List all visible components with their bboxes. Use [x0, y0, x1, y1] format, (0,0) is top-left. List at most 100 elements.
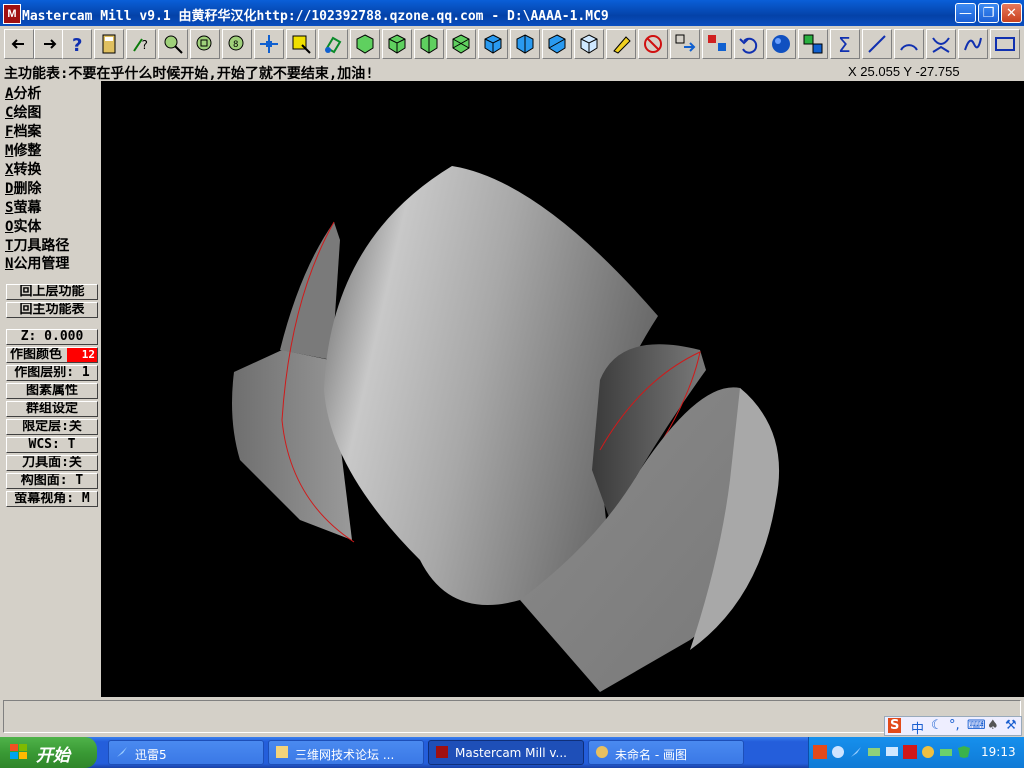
- color-swatch: 12: [67, 348, 97, 362]
- menu-item-solids[interactable]: O实体: [5, 216, 41, 235]
- level-button[interactable]: 作图层别: 1: [6, 365, 98, 381]
- attributes-button[interactable]: 图素属性: [6, 383, 98, 399]
- antivirus-tray-icon[interactable]: [903, 745, 917, 759]
- erase-button[interactable]: [606, 29, 636, 59]
- calculator-icon: [102, 34, 116, 54]
- update-tray-icon[interactable]: [921, 745, 935, 759]
- pan-button[interactable]: [254, 29, 284, 59]
- display-tray-icon[interactable]: [885, 745, 899, 759]
- mastercam-app-icon[interactable]: M: [3, 4, 21, 24]
- groups-button[interactable]: 群组设定: [6, 401, 98, 417]
- cube-iso-button[interactable]: [446, 29, 476, 59]
- shade-sphere-button[interactable]: [766, 29, 796, 59]
- copy-button[interactable]: [798, 29, 828, 59]
- start-button[interactable]: 开始: [0, 737, 97, 768]
- cube-view-3-button[interactable]: [542, 29, 572, 59]
- network-tray-icon[interactable]: [867, 745, 881, 759]
- cube-side-button[interactable]: [414, 29, 444, 59]
- browser-icon: [276, 746, 288, 758]
- menu-item-modify[interactable]: M修整: [5, 140, 41, 159]
- task-paint[interactable]: 未命名 - 画图: [588, 740, 744, 765]
- mastercam-icon: [436, 746, 448, 758]
- spline-button[interactable]: [958, 29, 988, 59]
- menu-item-analyze[interactable]: A分析: [5, 83, 42, 102]
- wcs-button[interactable]: WCS: T: [6, 437, 98, 453]
- menu-label: 分析: [13, 86, 42, 102]
- main-menu-button[interactable]: 回主功能表: [6, 302, 98, 318]
- gview-button[interactable]: 萤幕视角: M: [6, 491, 98, 507]
- keyboard-icon[interactable]: ⌨: [967, 718, 986, 733]
- shaded-solid-model: [232, 166, 780, 692]
- zoom-fit-button[interactable]: [190, 29, 220, 59]
- sogou-tray-icon[interactable]: [813, 745, 827, 759]
- main-menu-panel: A分析 C绘图 F档案 M修整 X转换 D删除 S萤幕 O实体 T刀具路径 N公…: [0, 81, 101, 697]
- cube-view-2-button[interactable]: [510, 29, 540, 59]
- punctuation-icon[interactable]: °,: [949, 718, 960, 733]
- menu-label: 萤幕: [13, 200, 42, 216]
- copy-icon: [803, 34, 823, 54]
- select-button[interactable]: [286, 29, 316, 59]
- rectangle-button[interactable]: [990, 29, 1020, 59]
- sogou-logo[interactable]: S: [888, 718, 902, 733]
- tools-icon[interactable]: ⚒: [1005, 718, 1017, 733]
- fillet-icon: [932, 37, 950, 53]
- mask-button[interactable]: 限定层:关: [6, 419, 98, 435]
- close-button[interactable]: ✕: [1001, 3, 1022, 23]
- arc-button[interactable]: [894, 29, 924, 59]
- skin-icon[interactable]: ♠: [987, 718, 999, 733]
- no-entity-button[interactable]: [638, 29, 668, 59]
- task-mastercam[interactable]: Mastercam Mill v...: [428, 740, 584, 765]
- back-up-button[interactable]: 回上层功能: [6, 284, 98, 300]
- ime-toolbar[interactable]: S 中 ☾ °, ⌨ ♠ ⚒: [884, 716, 1022, 737]
- task-forum[interactable]: 三维网技术论坛 ...: [268, 740, 424, 765]
- half-width-icon[interactable]: ☾: [931, 718, 943, 733]
- line-button[interactable]: [862, 29, 892, 59]
- calculator-button[interactable]: [94, 29, 124, 59]
- cube-view-4-button[interactable]: [574, 29, 604, 59]
- zoom-window-button[interactable]: [158, 29, 188, 59]
- fillet-button[interactable]: [926, 29, 956, 59]
- rotate-view-button[interactable]: [318, 29, 348, 59]
- menu-item-xform[interactable]: X转换: [5, 159, 41, 178]
- title-bar[interactable]: M Mastercam Mill v9.1 由黄秄华汉化http://10239…: [0, 0, 1024, 26]
- cplane-button[interactable]: 构图面: T: [6, 473, 98, 489]
- transform-button[interactable]: [670, 29, 700, 59]
- prompt-text: 主功能表:不要在乎什么时候开始,开始了就不要结束,加油!: [4, 66, 374, 82]
- menu-item-delete[interactable]: D删除: [5, 178, 41, 197]
- menu-item-nc-utils[interactable]: N公用管理: [5, 253, 69, 272]
- battery-tray-icon[interactable]: [939, 745, 953, 759]
- tplane-button[interactable]: 刀具面:关: [6, 455, 98, 471]
- expand-tray-icon[interactable]: [831, 745, 845, 759]
- undo-icon: [739, 37, 758, 54]
- task-thunder[interactable]: 迅雷5: [108, 740, 264, 765]
- transform-icon: [675, 34, 696, 52]
- spline-icon: [964, 37, 982, 51]
- cube-front-button[interactable]: [382, 29, 412, 59]
- menu-item-toolpaths[interactable]: T刀具路径: [5, 235, 69, 254]
- sum-button[interactable]: Σ: [830, 29, 860, 59]
- shield-tray-icon[interactable]: [957, 745, 971, 759]
- menu-item-create[interactable]: C绘图: [5, 102, 41, 121]
- minimize-button[interactable]: —: [955, 3, 976, 23]
- back-arrow-button[interactable]: [4, 29, 34, 59]
- forward-arrow-button[interactable]: [34, 29, 64, 59]
- cube-view-1-button[interactable]: [478, 29, 508, 59]
- restore-button[interactable]: ❐: [978, 3, 999, 23]
- undo-button[interactable]: [734, 29, 764, 59]
- z-depth-button[interactable]: Z: 0.000: [6, 329, 98, 345]
- menu-item-file[interactable]: F档案: [5, 121, 41, 140]
- help-button[interactable]: ?: [62, 29, 92, 59]
- menu-item-screen[interactable]: S萤幕: [5, 197, 42, 216]
- graphics-viewport[interactable]: [101, 81, 1024, 697]
- help-icon: ?: [72, 35, 82, 55]
- group-button[interactable]: [702, 29, 732, 59]
- clock: 19:13: [981, 745, 1016, 759]
- ime-language[interactable]: 中: [911, 718, 924, 737]
- query-button[interactable]: ?: [126, 29, 156, 59]
- minimize-icon: —: [959, 6, 972, 21]
- color-button[interactable]: 作图颜色 12: [6, 347, 98, 363]
- cube-top-button[interactable]: [350, 29, 380, 59]
- thunder-tray-icon[interactable]: [849, 745, 863, 759]
- restore-icon: ❐: [982, 6, 995, 21]
- zoom-out-button[interactable]: 8: [222, 29, 252, 59]
